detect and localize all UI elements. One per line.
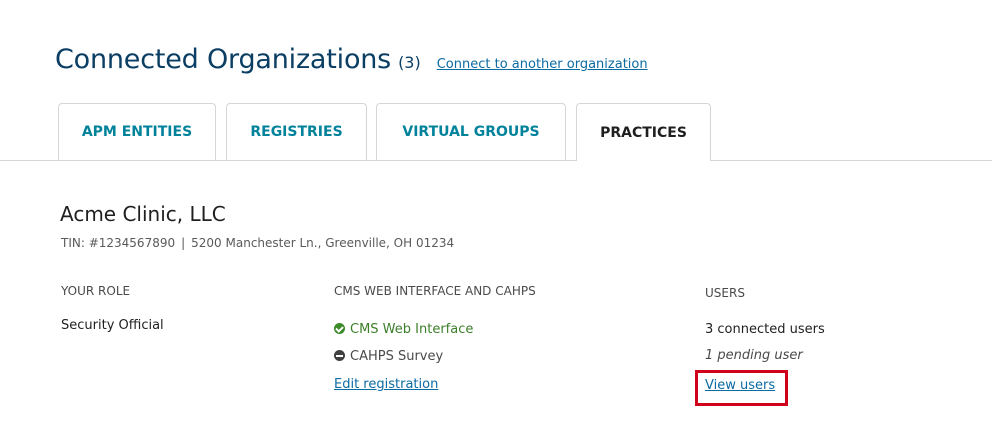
organization-details: TIN: #1234567890 | 5200 Manchester Ln., Gr… <box>61 236 454 250</box>
organization-address: 5200 Manchester Ln., Greenville, OH 0123… <box>191 236 455 250</box>
cms-web-interface-label: CMS Web Interface <box>350 322 474 337</box>
connected-users-count: 3 connected users <box>705 322 825 337</box>
organization-name: Acme Clinic, LLC <box>60 202 226 226</box>
your-role-header: YOUR ROLE <box>61 284 131 298</box>
users-header: USERS <box>705 286 745 300</box>
tabs-divider <box>0 160 992 161</box>
details-separator: | <box>181 236 186 250</box>
organization-tin: TIN: #1234567890 <box>61 236 176 250</box>
page: Connected Organizations (3) Connect to a… <box>0 0 992 439</box>
check-circle-icon <box>334 323 345 334</box>
page-title: Connected Organizations <box>55 44 392 75</box>
organization-count: (3) <box>398 53 421 72</box>
cms-web-interface-header: CMS WEB INTERFACE AND CAHPS <box>334 284 536 298</box>
tab-virtual-groups[interactable]: VIRTUAL GROUPS <box>376 103 566 160</box>
pending-users-count: 1 pending user <box>705 348 803 363</box>
connect-organization-link[interactable]: Connect to another organization <box>437 57 648 72</box>
tab-registries[interactable]: REGISTRIES <box>226 103 367 160</box>
cahps-survey-status: CAHPS Survey <box>334 349 443 364</box>
cahps-survey-label: CAHPS Survey <box>350 349 444 364</box>
minus-circle-icon <box>334 350 345 361</box>
tab-apm-entities[interactable]: APM ENTITIES <box>58 103 216 160</box>
page-header: Connected Organizations (3) Connect to a… <box>55 44 648 75</box>
role-value: Security Official <box>61 318 164 333</box>
tab-practices[interactable]: PRACTICES <box>576 103 711 161</box>
cms-web-interface-status: CMS Web Interface <box>334 322 473 337</box>
view-users-link[interactable]: View users <box>705 378 775 393</box>
edit-registration-link[interactable]: Edit registration <box>334 377 438 392</box>
